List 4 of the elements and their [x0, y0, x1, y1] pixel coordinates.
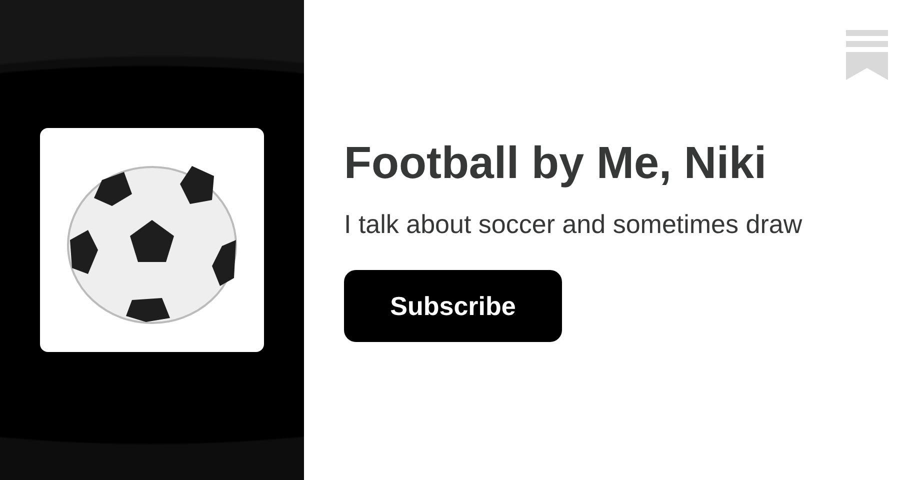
publication-description: I talk about soccer and sometimes draw: [344, 208, 802, 242]
publication-title: Football by Me, Niki: [344, 138, 767, 188]
subscribe-button[interactable]: Subscribe: [344, 270, 562, 342]
bookmark-icon: [846, 30, 888, 80]
